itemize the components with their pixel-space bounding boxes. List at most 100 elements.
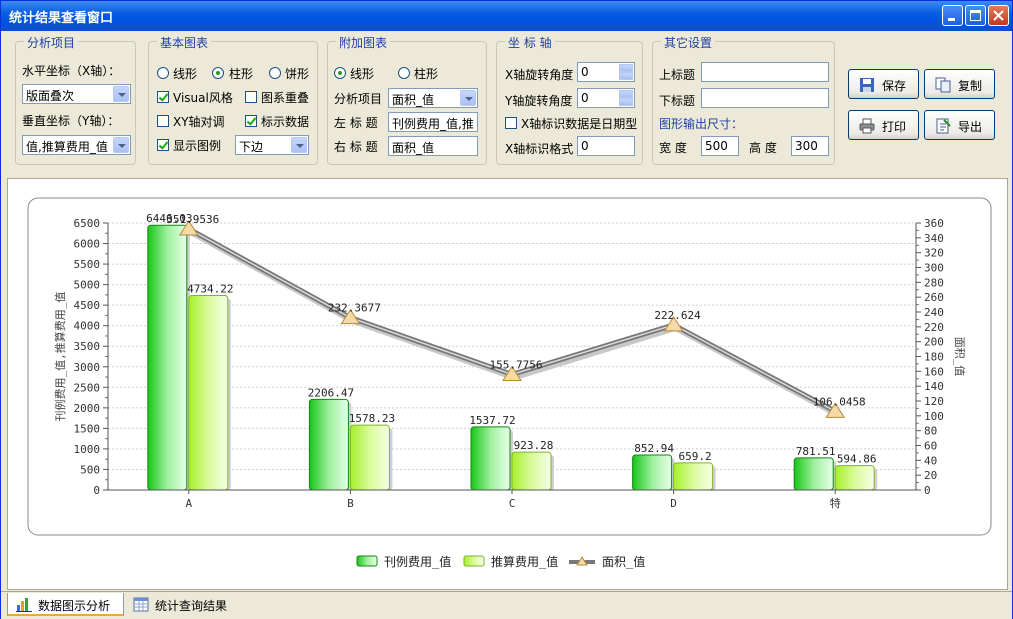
bar-data-label: 923.28 [514, 439, 554, 452]
title-bar[interactable]: 统计结果查看窗口 [1, 1, 1012, 31]
chevron-down-icon[interactable] [113, 137, 129, 153]
extra-line-radio[interactable] [334, 67, 346, 79]
top-title-input[interactable] [701, 62, 829, 82]
bar-data-label: 781.51 [796, 445, 836, 458]
chevron-down-icon[interactable] [113, 86, 129, 102]
bottom-title-input[interactable] [701, 88, 829, 108]
x-axis-select[interactable]: 版面叠次 [22, 84, 131, 104]
bar-data-label: 1537.72 [469, 414, 515, 427]
basic-pie-radio[interactable] [269, 67, 281, 79]
y-axis-label: 垂直坐标（Y轴）： [22, 114, 120, 128]
copy-icon [935, 77, 951, 93]
print-button[interactable]: 打印 [848, 110, 919, 140]
y-rotation-label: Y轴旋转角度 [505, 94, 573, 108]
xy-swap-label: XY轴对调 [173, 115, 225, 129]
bar-chart-icon [16, 598, 32, 612]
visual-style-label: Visual风格 [173, 91, 233, 105]
chevron-down-icon[interactable] [460, 90, 476, 106]
tab-chart-analysis[interactable]: 数据图示分析 [7, 593, 124, 616]
x-tick-label: A [185, 497, 192, 510]
y2-tick-label: 100 [924, 410, 944, 423]
tab-query-results-label: 统计查询结果 [155, 599, 228, 613]
bar-data-label: 659.2 [679, 450, 712, 463]
width-input[interactable]: 500 [701, 136, 739, 156]
spin-down-icon[interactable] [619, 98, 633, 106]
legend-label: 推算费用_值 [491, 554, 558, 569]
print-button-label: 打印 [882, 120, 907, 134]
x-tick-label: C [509, 497, 516, 510]
y-axis-select[interactable]: 值,推算费用_值 [22, 135, 131, 155]
spin-up-icon[interactable] [619, 90, 633, 98]
height-label: 高 度 [749, 141, 777, 155]
y2-tick-label: 80 [924, 425, 937, 438]
extra-line-label: 线形 [350, 67, 375, 81]
y2-axis-title: 面积_值 [953, 337, 966, 377]
spin-buttons[interactable] [619, 90, 633, 106]
extra-item-select[interactable]: 面积_值 [388, 88, 478, 108]
chart-svg: 6446.034734.222206.471578.23 1537.72923.2… [27, 197, 992, 569]
y-tick-label: 5500 [74, 258, 101, 271]
axis-format-input[interactable]: 0 [577, 136, 635, 156]
visual-style-checkbox[interactable] [157, 91, 169, 103]
y2-tick-label: 20 [924, 469, 937, 482]
axis-format-label: X轴标识格式 [505, 142, 574, 156]
y2-tick-label: 0 [924, 484, 931, 497]
show-legend-checkbox[interactable] [157, 139, 169, 151]
y2-tick-label: 320 [924, 247, 944, 260]
y2-tick-label: 360 [924, 217, 944, 230]
left-title-input[interactable]: 刊例费用_值,推 [388, 112, 478, 132]
x-tick-label: B [347, 497, 354, 510]
bar [188, 295, 229, 491]
export-button[interactable]: 导出 [924, 110, 995, 140]
other-settings-group: 其它设置 上标题 下标题 图形输出尺寸： 宽 度 500 高 度 300 [652, 34, 835, 165]
copy-button-label: 复制 [958, 79, 983, 93]
y-tick-label: 5000 [74, 279, 101, 292]
copy-button[interactable]: 复制 [924, 69, 995, 99]
legend-label: 刊例费用_值 [384, 554, 451, 569]
tab-chart-analysis-label: 数据图示分析 [38, 599, 111, 613]
x-tick-label: 特 [830, 496, 841, 510]
top-title-label: 上标题 [659, 68, 696, 82]
show-data-checkbox[interactable] [245, 115, 257, 127]
chart-panel: 6446.03 4734.22 2206.47 1578.23 1537.72 923.2… [7, 178, 1008, 590]
spin-down-icon[interactable] [619, 72, 633, 80]
analysis-group-title: 分析项目 [24, 34, 79, 51]
legend-swatch [463, 555, 485, 567]
height-input[interactable]: 300 [791, 136, 829, 156]
window-title: 统计结果查看窗口 [9, 11, 114, 26]
series-overlap-checkbox[interactable] [245, 91, 257, 103]
spin-up-icon[interactable] [619, 64, 633, 72]
y-rotation-stepper[interactable]: 0 [577, 88, 635, 108]
height-value: 300 [795, 139, 818, 153]
xy-swap-checkbox[interactable] [157, 115, 169, 127]
chevron-down-icon[interactable] [291, 137, 307, 153]
y2-tick-label: 260 [924, 291, 944, 304]
y-tick-label: 6000 [74, 238, 101, 251]
date-axis-checkbox[interactable] [505, 117, 517, 129]
left-title-label: 左 标 题 [334, 116, 378, 130]
tab-query-results[interactable]: 统计查询结果 [125, 593, 237, 616]
x-rotation-stepper[interactable]: 0 [577, 62, 635, 82]
y2-tick-label: 340 [924, 232, 944, 245]
basic-bar-radio[interactable] [212, 67, 224, 79]
y2-tick-label: 140 [924, 380, 944, 393]
save-button[interactable]: 保存 [848, 69, 919, 99]
line-data-label: 222.624 [654, 309, 701, 322]
basic-line-radio[interactable] [157, 67, 169, 79]
close-button[interactable] [988, 5, 1009, 26]
y-tick-label: 3500 [74, 340, 101, 353]
basic-chart-group: 基本图表 线形 柱形 饼形 Visual风格 图系重叠 XY轴对调 标示数据 显… [148, 34, 318, 165]
extra-bar-radio[interactable] [398, 67, 410, 79]
minimize-button[interactable] [942, 5, 963, 26]
line-data-label: 155.7756 [490, 358, 543, 371]
bar [834, 465, 875, 491]
bar [793, 457, 834, 491]
y2-tick-label: 200 [924, 336, 944, 349]
right-title-input[interactable]: 面积_值 [388, 136, 478, 156]
spin-buttons[interactable] [619, 64, 633, 80]
maximize-button[interactable] [965, 5, 986, 26]
bar [308, 398, 349, 491]
legend-position-select[interactable]: 下边 [235, 135, 309, 155]
x-axis-select-value: 版面叠次 [26, 89, 75, 103]
line-data-label: 106.0458 [813, 395, 866, 408]
